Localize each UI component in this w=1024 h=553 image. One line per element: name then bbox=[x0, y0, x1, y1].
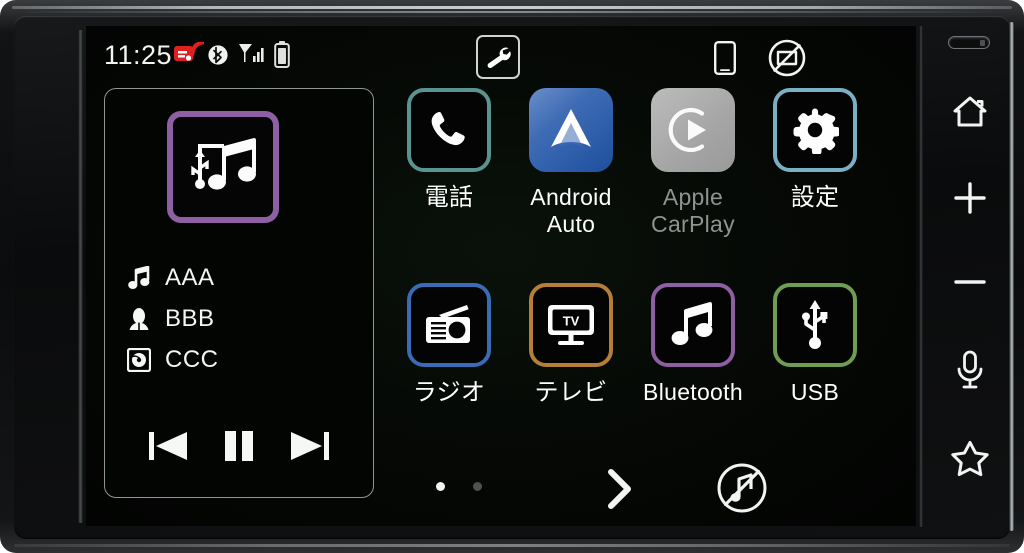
bottom-bar bbox=[386, 458, 906, 520]
etc-dsrc-icon bbox=[174, 40, 206, 71]
app-radio[interactable]: ラジオ bbox=[388, 283, 510, 406]
transport-controls bbox=[105, 426, 373, 471]
usb-music-icon bbox=[191, 138, 256, 190]
status-bar: 11:25 bbox=[86, 26, 916, 88]
bezel-top-highlight bbox=[12, 6, 1012, 9]
volume-up-button[interactable] bbox=[928, 172, 1012, 224]
metadata-row-artist: BBB bbox=[127, 298, 357, 339]
app-usb[interactable]: USB bbox=[754, 283, 876, 406]
volume-down-button[interactable] bbox=[928, 256, 1012, 308]
track-metadata: AAA BBB CCC bbox=[127, 257, 357, 380]
app-tile-settings[interactable] bbox=[773, 88, 857, 172]
microphone-icon bbox=[957, 350, 983, 389]
svg-text:TV: TV bbox=[563, 314, 580, 329]
mute-music-icon bbox=[717, 463, 767, 513]
page-indicator bbox=[436, 482, 482, 491]
track-title: AAA bbox=[165, 263, 215, 291]
music-note-icon bbox=[671, 302, 713, 345]
home-icon bbox=[953, 96, 987, 127]
app-grid: 電話 Android Auto Apple CarPlay 設定 ラジオ TV … bbox=[386, 88, 906, 458]
page-dot-2[interactable] bbox=[473, 482, 482, 491]
home-button[interactable] bbox=[928, 86, 1012, 138]
signal-strength-icon bbox=[238, 43, 266, 72]
minus-icon bbox=[954, 280, 986, 284]
chevron-right-icon bbox=[608, 469, 631, 509]
pause-icon bbox=[225, 431, 253, 461]
next-page-button[interactable] bbox=[598, 464, 642, 519]
left-bezel-groove bbox=[78, 30, 83, 523]
status-led bbox=[948, 36, 990, 49]
gear-icon bbox=[793, 108, 839, 154]
music-note-icon bbox=[127, 265, 151, 290]
metadata-row-album: CCC bbox=[127, 339, 357, 380]
display-off-icon bbox=[768, 39, 806, 82]
tools-button[interactable] bbox=[476, 35, 520, 79]
app-label-radio: ラジオ bbox=[412, 379, 486, 406]
hardware-key-panel bbox=[928, 26, 1012, 526]
app-label-bluetooth-audio: Bluetooth bbox=[643, 379, 743, 405]
app-settings[interactable]: 設定 bbox=[754, 88, 876, 211]
tv-icon: TV bbox=[548, 305, 594, 345]
bluetooth-icon bbox=[208, 42, 228, 73]
app-android-auto[interactable]: Android Auto bbox=[510, 88, 632, 238]
artist-name: BBB bbox=[165, 304, 215, 332]
app-tile-android-auto[interactable] bbox=[529, 88, 613, 172]
clock: 11:25 bbox=[104, 40, 173, 70]
artist-icon bbox=[127, 307, 151, 331]
usb-icon bbox=[802, 300, 828, 349]
app-label-usb: USB bbox=[790, 379, 840, 405]
phone-icon bbox=[431, 112, 465, 146]
wrench-icon bbox=[487, 47, 511, 69]
app-label-phone: 電話 bbox=[424, 184, 474, 211]
smartphone-icon bbox=[714, 41, 737, 80]
apple-carplay-icon bbox=[668, 107, 706, 153]
app-label-apple-carplay: Apple CarPlay bbox=[651, 184, 735, 237]
app-tv[interactable]: TV テレビ bbox=[510, 283, 632, 406]
app-tile-phone[interactable] bbox=[407, 88, 491, 172]
bezel-top-highlight-secondary bbox=[26, 11, 998, 13]
plus-icon bbox=[954, 182, 986, 214]
radio-icon bbox=[426, 305, 470, 343]
app-label-settings: 設定 bbox=[790, 184, 840, 211]
favorite-button[interactable] bbox=[928, 432, 1012, 484]
voice-command-button[interactable] bbox=[928, 344, 1012, 396]
head-unit-device: 11:25 AAA BBB CCC 電話 Android Auto Apple … bbox=[0, 0, 1024, 553]
previous-track-button[interactable] bbox=[145, 426, 191, 471]
app-tile-usb[interactable] bbox=[773, 283, 857, 367]
app-tile-bluetooth-audio[interactable] bbox=[651, 283, 735, 367]
android-auto-icon bbox=[551, 109, 591, 147]
album-disc-icon bbox=[127, 347, 151, 372]
app-label-tv: テレビ bbox=[534, 379, 608, 406]
mute-button[interactable] bbox=[716, 462, 768, 519]
skip-next-icon bbox=[291, 432, 329, 460]
app-bluetooth-audio[interactable]: Bluetooth bbox=[632, 283, 754, 406]
album-art bbox=[167, 111, 279, 223]
right-bezel-groove bbox=[919, 26, 923, 527]
app-label-android-auto: Android Auto bbox=[530, 184, 612, 237]
now-playing-panel[interactable]: AAA BBB CCC bbox=[104, 88, 374, 498]
skip-previous-icon bbox=[149, 432, 187, 460]
app-apple-carplay[interactable]: Apple CarPlay bbox=[632, 88, 754, 238]
app-tile-apple-carplay[interactable] bbox=[651, 88, 735, 172]
app-tile-radio[interactable] bbox=[407, 283, 491, 367]
star-icon bbox=[951, 441, 989, 477]
metadata-row-track: AAA bbox=[127, 257, 357, 298]
album-name: CCC bbox=[165, 345, 219, 373]
battery-icon bbox=[274, 41, 290, 73]
pause-button[interactable] bbox=[219, 426, 259, 471]
next-track-button[interactable] bbox=[287, 426, 333, 471]
touchscreen-display[interactable]: 11:25 AAA BBB CCC 電話 Android Auto Apple … bbox=[86, 26, 916, 526]
bezel-bottom-highlight bbox=[14, 544, 1010, 547]
page-dot-1[interactable] bbox=[436, 482, 445, 491]
app-tile-tv[interactable]: TV bbox=[529, 283, 613, 367]
app-phone[interactable]: 電話 bbox=[388, 88, 510, 211]
